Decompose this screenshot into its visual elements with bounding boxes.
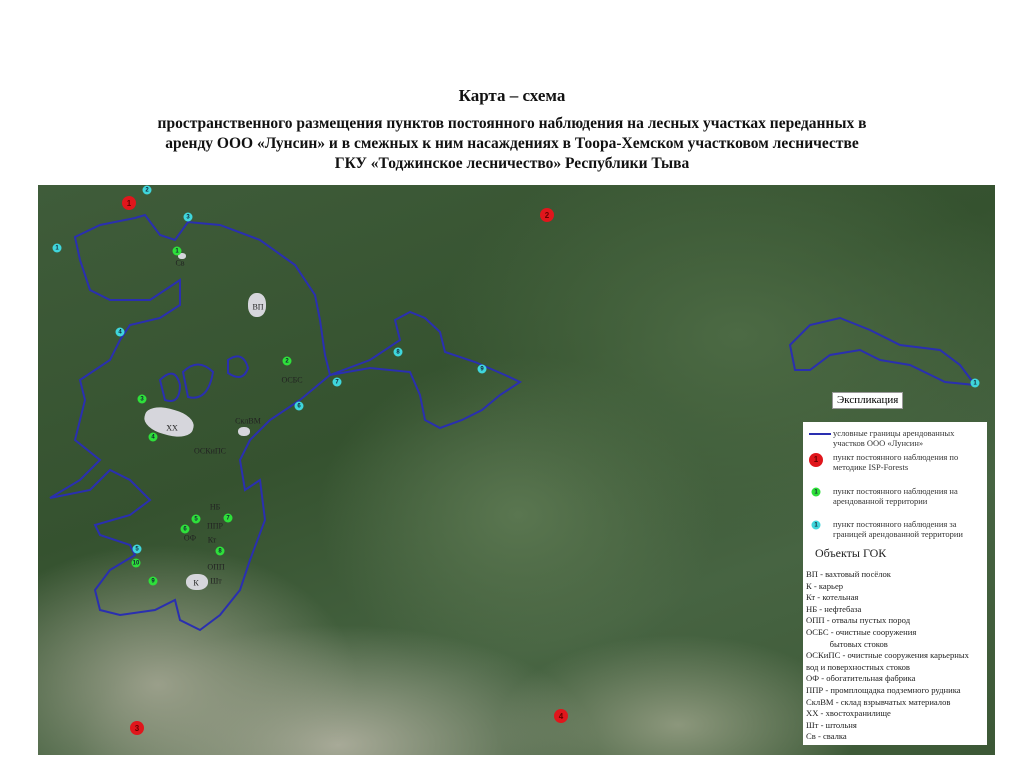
subtitle-line: ГКУ «Тоджинское лесничество» Республики … bbox=[334, 155, 690, 172]
red-point-marker[interactable]: 2 bbox=[540, 208, 554, 222]
facility-label: НБ bbox=[209, 502, 221, 512]
red-point-marker[interactable]: 4 bbox=[554, 709, 568, 723]
gok-item: бытовых стоков bbox=[806, 638, 888, 649]
cyan-point-marker[interactable]: 1 bbox=[970, 378, 980, 388]
facility-label: ВП bbox=[252, 302, 264, 312]
gok-item: СклВМ - склад взрывчатых материалов bbox=[806, 696, 951, 707]
facility-label: ОСКиПС bbox=[194, 446, 226, 456]
legend: условные границы арендованных участков О… bbox=[803, 422, 987, 745]
cyan-point-marker[interactable]: 4 bbox=[115, 327, 125, 337]
cyan-point-swatch: 1 bbox=[811, 520, 821, 530]
cyan-point-marker[interactable]: 6 bbox=[294, 401, 304, 411]
green-point-marker[interactable]: 3 bbox=[137, 394, 147, 404]
gok-item: Шт - штольня bbox=[806, 719, 857, 730]
legend-item: условные границы арендованных участков О… bbox=[833, 428, 955, 448]
gok-item: вод и поверхностных стоков bbox=[806, 661, 910, 672]
green-point-marker[interactable]: 1 bbox=[172, 246, 182, 256]
gok-item: К - карьер bbox=[806, 580, 844, 591]
legend-item: пункт постоянного наблюдения на арендова… bbox=[833, 486, 958, 506]
gok-item: Кт - котельная bbox=[806, 592, 859, 603]
gok-item: Св - свалка bbox=[806, 731, 847, 742]
green-point-marker[interactable]: 10 bbox=[131, 558, 141, 568]
lease-boundary-right bbox=[788, 316, 978, 387]
facility-label: ХХ bbox=[166, 423, 178, 433]
facility-label: ППР bbox=[206, 521, 224, 531]
facility-label: Кт bbox=[207, 535, 217, 545]
facility-label: ОФ bbox=[183, 533, 197, 543]
gok-list: ВП - вахтовый посёлок К - карьер Кт - коте… bbox=[806, 569, 969, 743]
legend-item: пункт постоянного наблюдения за границей… bbox=[833, 519, 963, 539]
cyan-point-marker[interactable]: 9 bbox=[477, 364, 487, 374]
facility-label: К bbox=[193, 578, 199, 588]
facility-label: ОСБС bbox=[281, 375, 303, 385]
subtitle-line: пространственного размещения пунктов пос… bbox=[157, 115, 867, 132]
boundary-line-swatch bbox=[809, 433, 831, 435]
legend-item: пункт постоянного наблюдения по методике… bbox=[833, 452, 959, 472]
gok-item: ОПП - отвалы пустых пород bbox=[806, 615, 911, 626]
gok-item: ВП - вахтовый посёлок bbox=[806, 569, 891, 579]
green-point-swatch: 1 bbox=[811, 487, 821, 497]
gok-item: ХХ - хвостохранилище bbox=[806, 708, 891, 719]
cyan-point-marker[interactable]: 8 bbox=[393, 347, 403, 357]
green-point-marker[interactable]: 5 bbox=[191, 514, 201, 524]
gok-item: ОСКиПС - очистные сооружения карьерных bbox=[806, 650, 969, 661]
green-point-marker[interactable]: 8 bbox=[215, 546, 225, 556]
green-point-marker[interactable]: 4 bbox=[148, 432, 158, 442]
cyan-point-marker[interactable]: 1 bbox=[52, 243, 62, 253]
lease-boundary-hole bbox=[227, 355, 250, 378]
facility-label: Шт bbox=[210, 576, 222, 586]
cyan-point-marker[interactable]: 7 bbox=[332, 377, 342, 387]
green-point-marker[interactable]: 6 bbox=[180, 524, 190, 534]
green-point-marker[interactable]: 9 bbox=[148, 576, 158, 586]
facility-label: СклВМ bbox=[235, 416, 261, 426]
gok-item: НБ - нефтебаза bbox=[806, 603, 862, 614]
red-point-marker[interactable]: 1 bbox=[122, 196, 136, 210]
gok-item: ОФ - обогатительная фабрика bbox=[806, 673, 916, 684]
gok-item: ППР - промплощадка подземного рудника bbox=[806, 684, 961, 695]
explication-label: Экспликация bbox=[832, 392, 904, 409]
facility-label: Св bbox=[175, 258, 185, 268]
green-point-marker[interactable]: 2 bbox=[282, 356, 292, 366]
map-title: Карта – схема bbox=[458, 86, 566, 105]
map-subtitle: пространственного размещения пунктов пос… bbox=[0, 114, 1024, 174]
gok-item: ОСБС - очистные сооружения bbox=[806, 626, 917, 637]
cyan-point-marker[interactable]: 3 bbox=[183, 212, 193, 222]
lease-boundary-hole bbox=[181, 363, 215, 399]
lease-boundary-main bbox=[49, 213, 332, 632]
facility-label: ОПП bbox=[207, 562, 225, 572]
red-point-swatch: 1 bbox=[809, 453, 823, 467]
cyan-point-marker[interactable]: 5 bbox=[132, 544, 142, 554]
lease-boundary-hole bbox=[158, 372, 182, 402]
subtitle-line: аренду ООО «Лунсин» и в смежных к ним на… bbox=[165, 135, 859, 152]
green-point-marker[interactable]: 7 bbox=[223, 513, 233, 523]
cyan-point-marker[interactable]: 2 bbox=[142, 185, 152, 195]
gok-title: Объекты ГОК bbox=[815, 546, 887, 560]
lease-boundary-east bbox=[329, 310, 523, 430]
red-point-marker[interactable]: 3 bbox=[130, 721, 144, 735]
